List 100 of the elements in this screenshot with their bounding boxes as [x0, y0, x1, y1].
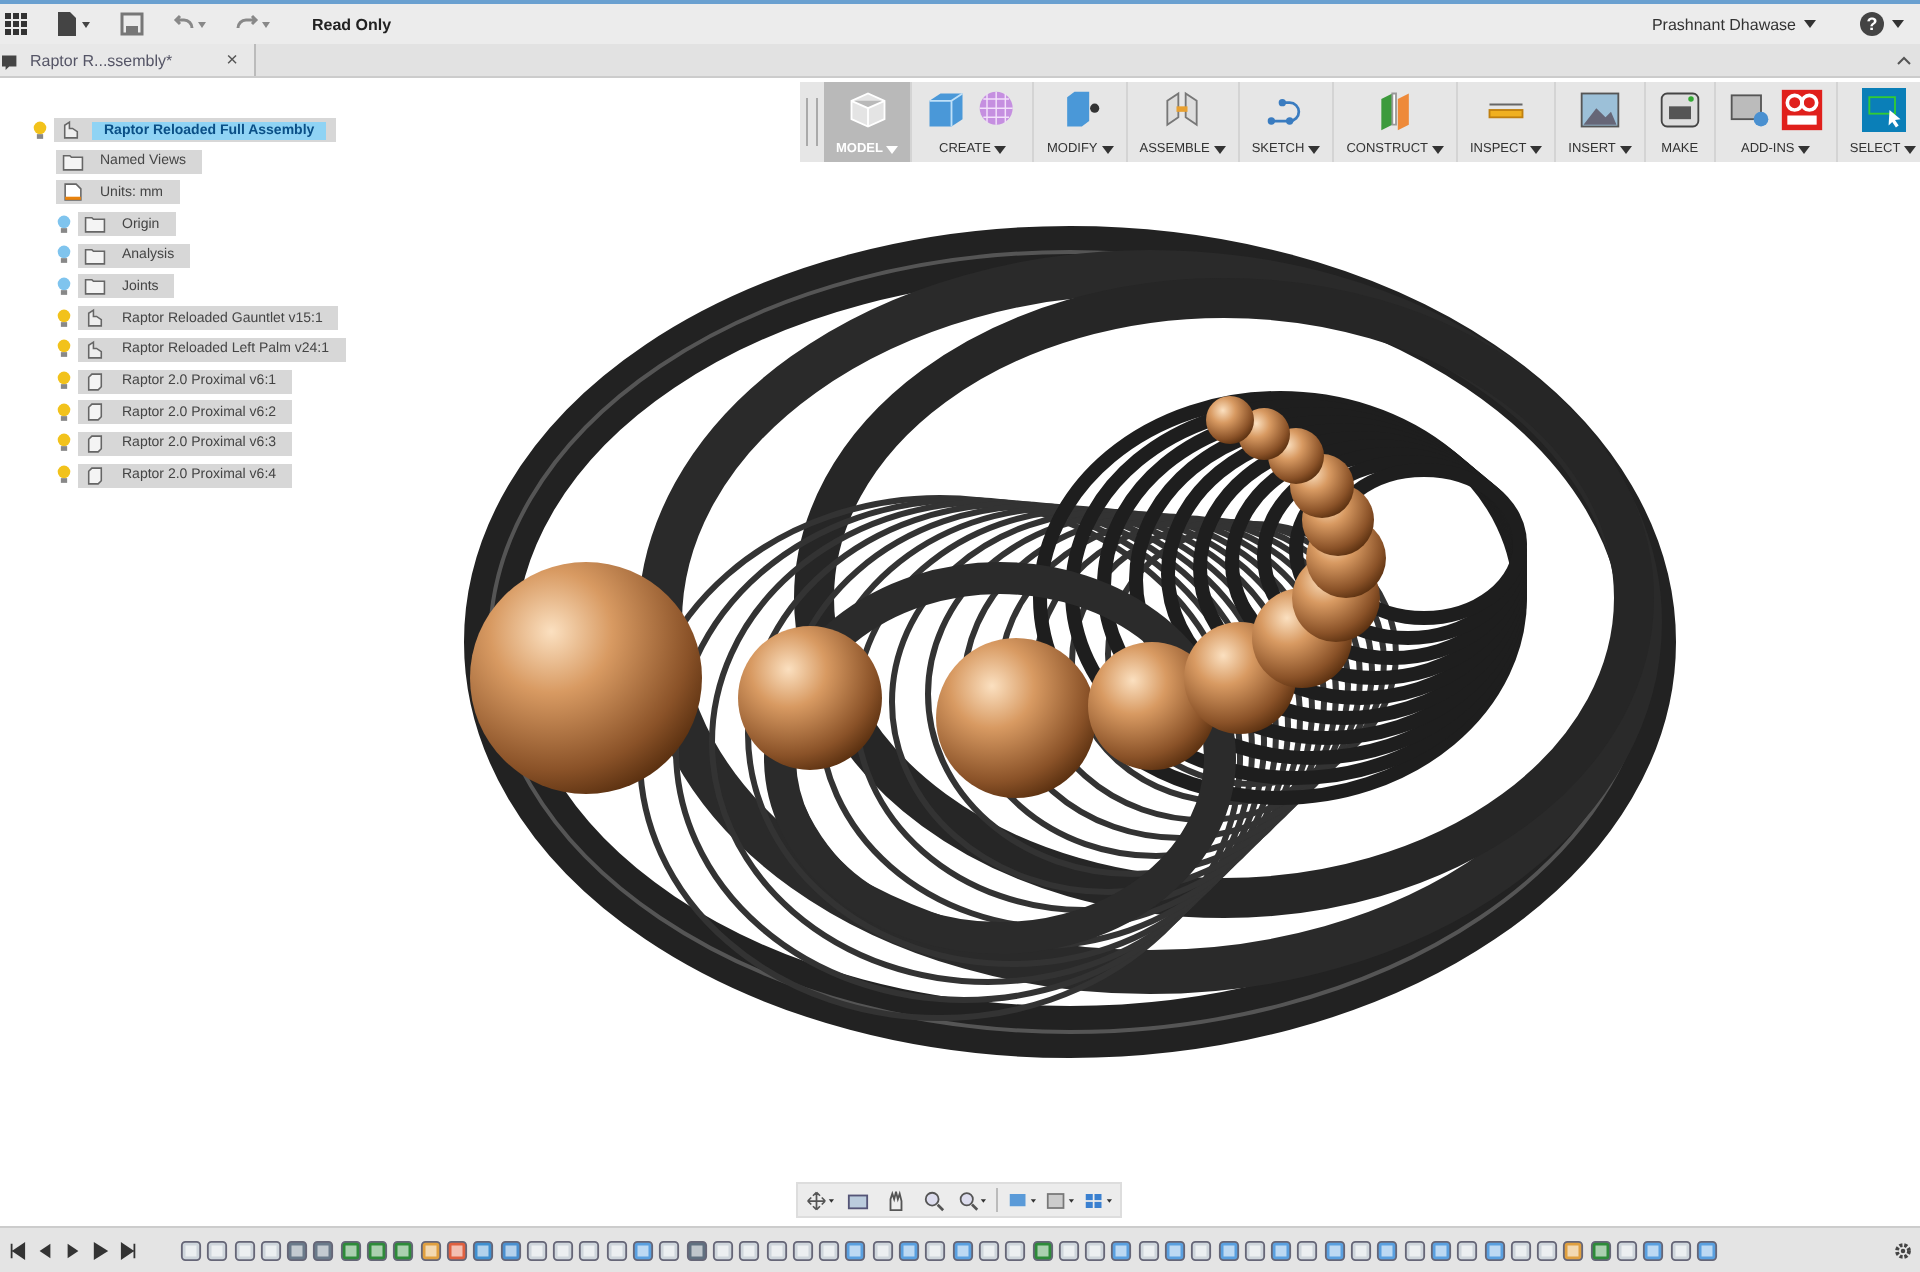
timeline-feature-icon[interactable]	[632, 1239, 655, 1261]
timeline-feature-icon[interactable]	[1429, 1239, 1452, 1261]
folder-icon	[84, 245, 106, 266]
timeline-feature-icon[interactable]	[1509, 1239, 1532, 1261]
timeline-feature-icon[interactable]	[206, 1239, 229, 1261]
viewports-icon[interactable]	[1084, 1189, 1112, 1211]
timeline-feature-icon[interactable]	[738, 1239, 761, 1261]
timeline-feature-icon[interactable]	[578, 1239, 601, 1261]
timeline-feature-icon[interactable]	[1270, 1239, 1293, 1261]
close-button[interactable]: ×	[226, 49, 238, 71]
timeline-feature-icon[interactable]	[658, 1239, 681, 1261]
timeline-feature-icon[interactable]	[1243, 1239, 1266, 1261]
document-tab[interactable]: Raptor R...ssembly* ×	[0, 44, 256, 76]
timeline-feature-icon[interactable]	[1110, 1239, 1133, 1261]
lightbulb-icon[interactable]	[56, 370, 72, 392]
timeline-feature-icon[interactable]	[951, 1239, 974, 1261]
toolbar-grip[interactable]	[806, 98, 818, 146]
timeline-feature-icon[interactable]	[871, 1239, 894, 1261]
timeline-feature-icon[interactable]	[472, 1239, 495, 1261]
lightbulb-icon[interactable]	[56, 401, 72, 424]
timeline-feature-icon[interactable]	[1350, 1239, 1373, 1261]
lightbulb-icon[interactable]	[56, 464, 72, 487]
skip-forward-icon[interactable]	[120, 1241, 138, 1259]
zoom-icon[interactable]	[920, 1189, 948, 1211]
timeline-feature-icon[interactable]	[844, 1239, 867, 1261]
timeline-feature-icon[interactable]	[366, 1239, 389, 1261]
monitor-icon[interactable]	[1008, 1189, 1036, 1211]
caret-icon	[1892, 20, 1904, 28]
read-only-label: Read Only	[312, 15, 392, 33]
timeline-feature-icon[interactable]	[525, 1239, 548, 1261]
timeline-feature-icon[interactable]	[312, 1239, 335, 1261]
camera-icon[interactable]	[844, 1189, 872, 1211]
skip-back-icon[interactable]	[8, 1241, 26, 1259]
timeline-feature-icon[interactable]	[1536, 1239, 1559, 1261]
step-back-icon[interactable]	[36, 1241, 54, 1259]
timeline-feature-icon[interactable]	[1163, 1239, 1186, 1261]
timeline-feature-icon[interactable]	[233, 1239, 256, 1261]
chevron-up-icon[interactable]	[1896, 54, 1912, 66]
save-icon[interactable]	[120, 12, 144, 36]
lightbulb-icon[interactable]	[56, 338, 72, 361]
timeline-feature-icon[interactable]	[818, 1239, 841, 1261]
timeline-feature-icon[interactable]	[1057, 1239, 1080, 1261]
lightbulb-icon[interactable]	[56, 213, 72, 236]
body-icon	[84, 371, 106, 391]
timeline-feature-icon[interactable]	[499, 1239, 522, 1261]
timeline-feature-icon[interactable]	[977, 1239, 1000, 1261]
settings-icon[interactable]	[1894, 1241, 1912, 1259]
timeline-feature-icon[interactable]	[419, 1239, 442, 1261]
play-icon[interactable]	[92, 1241, 110, 1259]
lightbulb-icon[interactable]	[56, 244, 72, 267]
timeline-feature-icon[interactable]	[1642, 1239, 1665, 1261]
timeline-feature-icon[interactable]	[711, 1239, 734, 1261]
timeline-feature-icon[interactable]	[286, 1239, 309, 1261]
help-button[interactable]: ?	[1860, 12, 1884, 36]
timeline-feature-icon[interactable]	[1217, 1239, 1240, 1261]
printer-icon	[1657, 88, 1702, 132]
lightbulb-icon[interactable]	[56, 275, 72, 298]
timeline-feature-icon[interactable]	[791, 1239, 814, 1261]
timeline-feature-icon[interactable]	[1376, 1239, 1399, 1261]
timeline-feature-icon[interactable]	[552, 1239, 575, 1261]
picture-icon	[1578, 88, 1623, 132]
timeline-feature-icon[interactable]	[1403, 1239, 1426, 1261]
lightbulb-icon[interactable]	[56, 432, 72, 455]
timeline-feature-icon[interactable]	[685, 1239, 708, 1261]
user-menu[interactable]: Prashnant Dhawase	[1651, 15, 1796, 33]
timeline-feature-icon[interactable]	[1695, 1239, 1718, 1261]
folder-icon	[62, 151, 84, 172]
timeline-feature-icon[interactable]	[605, 1239, 628, 1261]
body-icon	[84, 433, 106, 454]
lightbulb-icon[interactable]	[32, 119, 48, 141]
timeline-feature-icon[interactable]	[1031, 1239, 1053, 1261]
timeline-feature-icon[interactable]	[1190, 1239, 1213, 1261]
box-icon	[845, 88, 890, 132]
timeline-feature-icon[interactable]	[1004, 1239, 1027, 1261]
timeline-feature-icon[interactable]	[1323, 1239, 1346, 1261]
file-icon[interactable]	[56, 12, 92, 36]
timeline-feature-icon[interactable]	[1483, 1239, 1506, 1261]
orbit-icon[interactable]	[806, 1189, 834, 1211]
timeline-feature-icon[interactable]	[1084, 1239, 1107, 1261]
timeline-feature-icon[interactable]	[765, 1239, 788, 1261]
timeline-feature-icon[interactable]	[339, 1239, 362, 1261]
timeline-feature-icon[interactable]	[445, 1239, 468, 1261]
timeline-feature-icon[interactable]	[392, 1239, 415, 1261]
select-icon	[1861, 88, 1906, 132]
search-icon[interactable]	[958, 1189, 986, 1211]
timeline-feature-icon[interactable]	[1137, 1239, 1160, 1261]
folder-icon	[84, 214, 106, 235]
timeline-feature-icon[interactable]	[180, 1239, 202, 1261]
timeline-feature-icon[interactable]	[1669, 1239, 1692, 1261]
timeline-feature-icon[interactable]	[898, 1239, 921, 1261]
timeline-feature-icon[interactable]	[924, 1239, 947, 1261]
grid-icon[interactable]	[4, 12, 28, 36]
timeline-feature-icon[interactable]	[1562, 1239, 1585, 1261]
timeline-feature-icon[interactable]	[1616, 1239, 1639, 1261]
timeline-feature-icon[interactable]	[1296, 1239, 1319, 1261]
timeline-feature-icon[interactable]	[1589, 1239, 1612, 1261]
timeline-feature-icon[interactable]	[1456, 1239, 1479, 1261]
timeline-feature-icon[interactable]	[259, 1239, 282, 1261]
lightbulb-icon[interactable]	[56, 307, 72, 330]
step-forward-icon[interactable]	[64, 1241, 82, 1259]
